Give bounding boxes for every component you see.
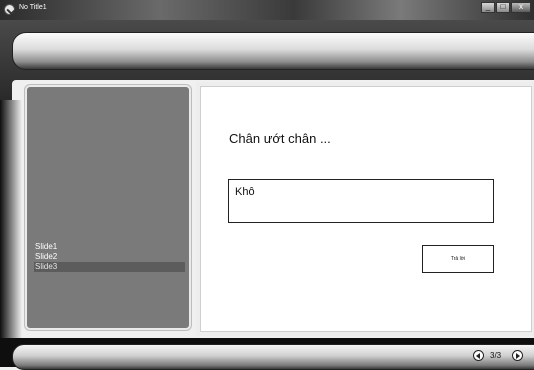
frame-shadow [0, 100, 22, 338]
bottom-toolbar [12, 344, 534, 370]
slide-list: Slide1 Slide2 Slide3 [34, 242, 185, 272]
slide-list-panel: Slide1 Slide2 Slide3 [25, 85, 191, 330]
chevron-right-icon[interactable] [512, 350, 523, 361]
top-toolbar [12, 32, 534, 70]
close-button[interactable]: x [511, 2, 531, 13]
app-icon [4, 4, 15, 15]
question-text: Chân ướt chân ... [229, 131, 331, 146]
slide-canvas: Chân ướt chân ... Khô Trả lời [200, 86, 532, 332]
window-titlebar: No Title1 _ □ x [0, 0, 534, 21]
chevron-left-icon[interactable] [473, 350, 484, 361]
page-counter: 3/3 [490, 351, 502, 360]
minimize-button[interactable]: _ [481, 2, 495, 13]
slide-list-item[interactable]: Slide1 [34, 242, 185, 252]
slide-list-item-selected[interactable]: Slide3 [34, 262, 185, 272]
window-title: No Title1 [19, 4, 47, 11]
answer-input[interactable]: Khô [228, 179, 494, 223]
window-controls: _ □ x [481, 2, 531, 13]
maximize-button[interactable]: □ [496, 2, 510, 13]
slide-list-item[interactable]: Slide2 [34, 252, 185, 262]
submit-button[interactable]: Trả lời [422, 245, 494, 273]
